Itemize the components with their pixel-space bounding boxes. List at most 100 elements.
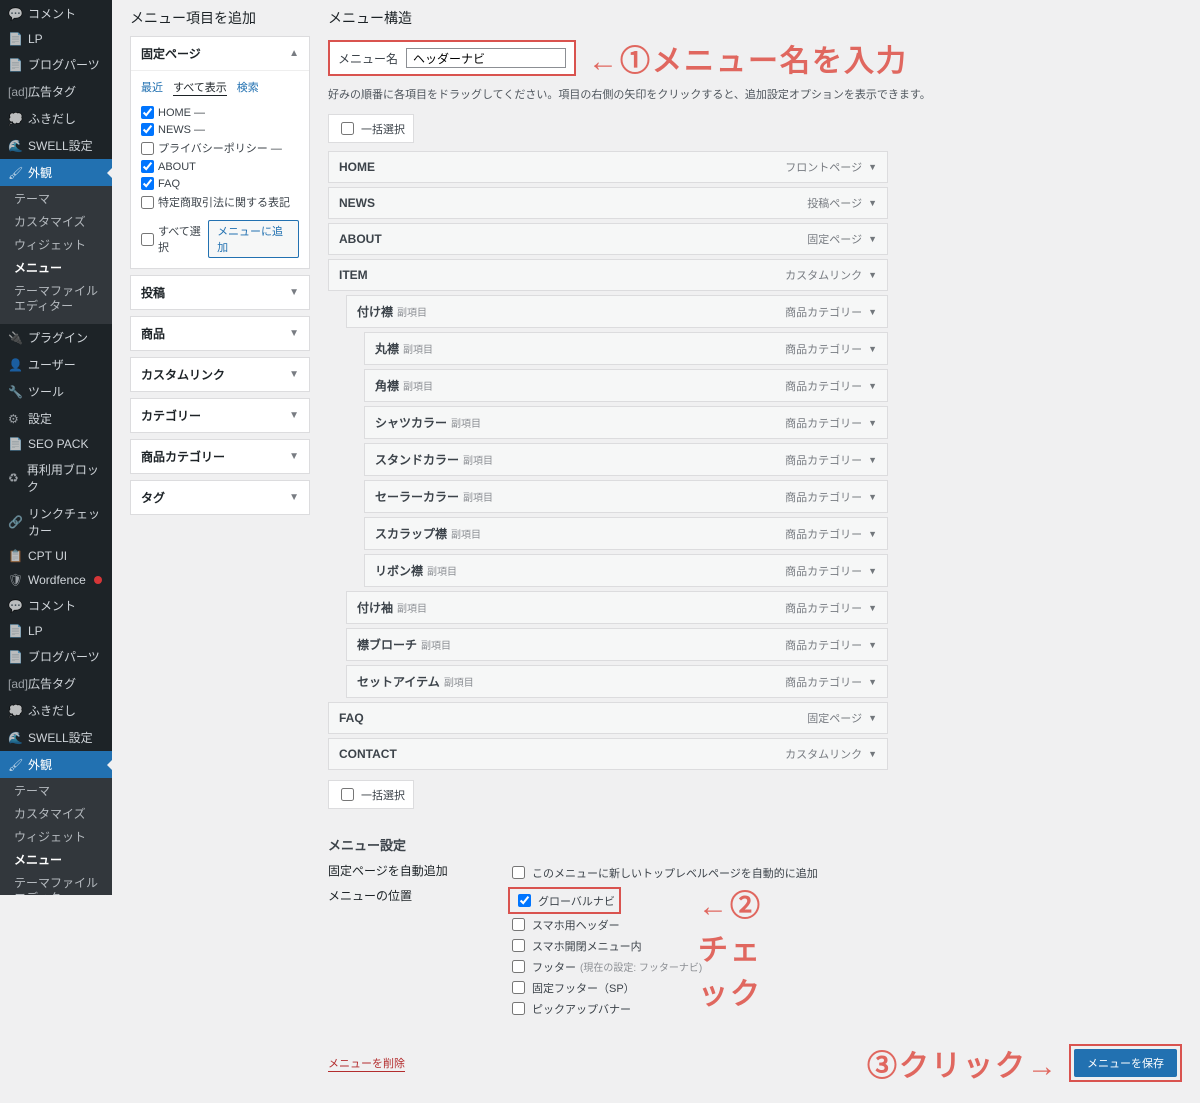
sidebar-item[interactable]: 📄ブログパーツ	[0, 51, 112, 78]
sidebar-item[interactable]: 💬コメント	[0, 592, 112, 619]
menu-structure-item[interactable]: 付け袖副項目商品カテゴリー▼	[346, 591, 888, 624]
sidebar-item[interactable]: 📄SEO PACK	[0, 432, 112, 456]
location-checkbox[interactable]	[512, 939, 525, 952]
select-all-row[interactable]: すべて選択	[141, 221, 208, 257]
menu-structure-item[interactable]: FAQ固定ページ▼	[328, 702, 888, 734]
sidebar-item[interactable]: 📄ブログパーツ	[0, 643, 112, 670]
sidebar-item[interactable]: 🛡Wordfence	[0, 568, 112, 592]
page-checkbox[interactable]	[141, 106, 154, 119]
sidebar-item[interactable]: 🌊SWELL設定	[0, 132, 112, 159]
page-checkbox[interactable]	[141, 123, 154, 136]
location-option[interactable]: グローバルナビ	[514, 890, 615, 911]
sidebar-sub-item[interactable]: メニュー	[0, 257, 112, 280]
sidebar-item[interactable]: 💬コメント	[0, 0, 112, 27]
metabox-header[interactable]: カスタムリンク▼	[131, 358, 309, 391]
sidebar-item[interactable]: ♻再利用ブロック	[0, 456, 112, 500]
save-menu-button[interactable]: メニューを保存	[1074, 1049, 1177, 1077]
sidebar-sub-item[interactable]: カスタマイズ	[0, 803, 112, 826]
location-checkbox[interactable]	[512, 960, 525, 973]
location-checkbox[interactable]	[512, 1002, 525, 1015]
menu-structure-item[interactable]: CONTACTカスタムリンク▼	[328, 738, 888, 770]
menu-structure-item[interactable]: 付け襟副項目商品カテゴリー▼	[346, 295, 888, 328]
add-to-menu-button[interactable]: メニューに追加	[208, 220, 299, 258]
metabox-header[interactable]: カテゴリー▼	[131, 399, 309, 432]
page-check-row[interactable]: NEWS —	[141, 121, 299, 138]
delete-menu-link[interactable]: メニューを削除	[328, 1055, 405, 1072]
menu-structure-item[interactable]: リボン襟副項目商品カテゴリー▼	[364, 554, 888, 587]
menu-structure-item[interactable]: セーラーカラー副項目商品カテゴリー▼	[364, 480, 888, 513]
sidebar-item-appearance-2[interactable]: 🖌 外観	[0, 751, 112, 778]
bulk-select-top[interactable]: 一括選択	[328, 114, 414, 143]
menu-structure-item[interactable]: 角襟副項目商品カテゴリー▼	[364, 369, 888, 402]
sidebar-item-appearance[interactable]: 🖌 外観	[0, 159, 112, 186]
sidebar-item[interactable]: 📄LP	[0, 619, 112, 643]
sidebar-item[interactable]: 💭ふきだし	[0, 697, 112, 724]
menu-structure-item[interactable]: セットアイテム副項目商品カテゴリー▼	[346, 665, 888, 698]
sidebar-item[interactable]: [ad]広告タグ	[0, 78, 112, 105]
menu-name-input[interactable]	[406, 48, 566, 68]
menu-item-type: 商品カテゴリー	[785, 526, 862, 542]
location-checkbox[interactable]	[512, 981, 525, 994]
sidebar-sub-item[interactable]: テーマファイルエディター	[0, 872, 112, 895]
sidebar-item[interactable]: 💭ふきだし	[0, 105, 112, 132]
page-checkbox[interactable]	[141, 177, 154, 190]
metabox-tab[interactable]: 検索	[237, 79, 259, 96]
menu-structure-item[interactable]: 襟ブローチ副項目商品カテゴリー▼	[346, 628, 888, 661]
page-checkbox[interactable]	[141, 142, 154, 155]
menu-structure-item[interactable]: 丸襟副項目商品カテゴリー▼	[364, 332, 888, 365]
menu-structure-item[interactable]: NEWS投稿ページ▼	[328, 187, 888, 219]
location-option[interactable]: ピックアップバナー	[508, 998, 702, 1019]
page-check-row[interactable]: ABOUT	[141, 158, 299, 175]
metabox-header[interactable]: 商品カテゴリー▼	[131, 440, 309, 473]
metabox-header[interactable]: タグ▼	[131, 481, 309, 514]
sidebar-sub-item[interactable]: カスタマイズ	[0, 211, 112, 234]
page-check-row[interactable]: プライバシーポリシー —	[141, 138, 299, 158]
sidebar-item[interactable]: 📄LP	[0, 27, 112, 51]
menu-structure-item[interactable]: HOMEフロントページ▼	[328, 151, 888, 183]
auto-add-checkbox[interactable]	[512, 866, 525, 879]
location-option[interactable]: 固定フッター（SP）	[508, 977, 702, 998]
sidebar-item[interactable]: 👤ユーザー	[0, 351, 112, 378]
bulk-checkbox[interactable]	[341, 788, 354, 801]
metabox-header[interactable]: 商品▼	[131, 317, 309, 350]
sidebar-item[interactable]: 🔧ツール	[0, 378, 112, 405]
page-checkbox[interactable]	[141, 196, 154, 209]
sidebar-sub-item[interactable]: テーマ	[0, 188, 112, 211]
bulk-select-bottom[interactable]: 一括選択	[328, 780, 414, 809]
bulk-checkbox[interactable]	[341, 122, 354, 135]
sidebar-item[interactable]: [ad]広告タグ	[0, 670, 112, 697]
sidebar-sub-item[interactable]: ウィジェット	[0, 234, 112, 257]
page-check-row[interactable]: 特定商取引法に関する表記	[141, 192, 299, 212]
menu-structure-item[interactable]: ABOUT固定ページ▼	[328, 223, 888, 255]
sidebar-sub-item[interactable]: ウィジェット	[0, 826, 112, 849]
sidebar-item-label: リンクチェッカー	[28, 505, 104, 539]
page-check-row[interactable]: HOME —	[141, 104, 299, 121]
metabox-header[interactable]: 固定ページ ▲	[131, 37, 309, 70]
sidebar-sub-item[interactable]: テーマファイルエディター	[0, 280, 112, 318]
sidebar-item[interactable]: ⚙設定	[0, 405, 112, 432]
menu-structure-item[interactable]: スタンドカラー副項目商品カテゴリー▼	[364, 443, 888, 476]
page-check-row[interactable]: FAQ	[141, 175, 299, 192]
location-checkbox[interactable]	[518, 894, 531, 907]
sidebar-sub-item[interactable]: メニュー	[0, 849, 112, 872]
sidebar-item[interactable]: 🔌プラグイン	[0, 324, 112, 351]
location-label: スマホ開閉メニュー内	[532, 938, 642, 954]
menu-structure-item[interactable]: ITEMカスタムリンク▼	[328, 259, 888, 291]
sidebar-item[interactable]: 🌊SWELL設定	[0, 724, 112, 751]
metabox-header[interactable]: 投稿▼	[131, 276, 309, 309]
menu-structure-item[interactable]: シャツカラー副項目商品カテゴリー▼	[364, 406, 888, 439]
caret-down-icon: ▼	[868, 344, 877, 354]
page-checkbox[interactable]	[141, 160, 154, 173]
metabox-tab[interactable]: すべて表示	[173, 79, 227, 96]
sidebar-item[interactable]: 🔗リンクチェッカー	[0, 500, 112, 544]
auto-add-option[interactable]: このメニューに新しいトップレベルページを自動的に追加	[508, 862, 818, 883]
metabox-tab[interactable]: 最近	[141, 79, 163, 96]
location-option[interactable]: スマホ開閉メニュー内	[508, 935, 702, 956]
menu-structure-item[interactable]: スカラップ襟副項目商品カテゴリー▼	[364, 517, 888, 550]
select-all-checkbox[interactable]	[141, 233, 154, 246]
location-option[interactable]: フッター(現在の設定: フッターナビ)	[508, 956, 702, 977]
location-checkbox[interactable]	[512, 918, 525, 931]
sidebar-sub-item[interactable]: テーマ	[0, 780, 112, 803]
sidebar-item[interactable]: 📋CPT UI	[0, 544, 112, 568]
location-option[interactable]: スマホ用ヘッダー	[508, 914, 702, 935]
